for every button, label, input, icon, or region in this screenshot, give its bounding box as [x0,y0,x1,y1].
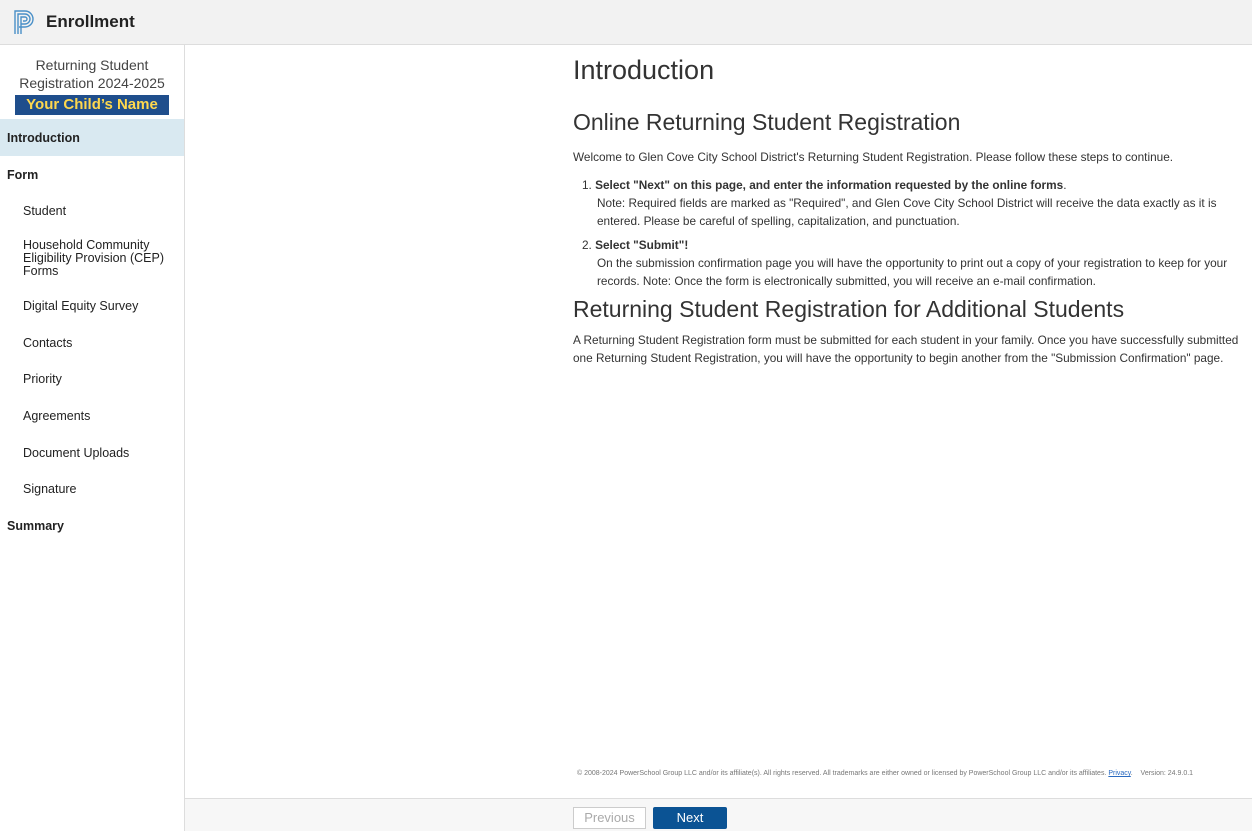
sidebar-item-label: Household Community Eligibility Provisio… [23,238,165,279]
version-text: Version: 24.9.0.1 [1140,770,1194,777]
step-2-number: 2. [582,238,592,252]
sidebar-nav: Introduction Form Student Household Comm… [0,119,184,545]
welcome-text: Welcome to Glen Cove City School Distric… [573,150,1174,164]
sidebar: Returning Student Registration 2024-2025… [0,45,185,831]
sidebar-item-label: Document Uploads [23,445,130,460]
registration-title-line1: Returning Student [35,57,149,73]
step-2-title: Select "Submit"! [595,238,689,252]
child-name-banner: Your Child’s Name [15,95,169,115]
app-title: Enrollment [46,12,135,31]
step-2: 2. Select "Submit"! On the submission co… [582,236,1248,290]
sidebar-item-label: Priority [23,372,62,387]
sidebar-item-priority[interactable]: Priority [0,361,184,398]
sidebar-item-summary[interactable]: Summary [0,508,184,545]
sidebar-item-signature[interactable]: Signature [0,471,184,508]
sidebar-item-label: Agreements [23,409,91,424]
sidebar-item-introduction[interactable]: Introduction [0,119,184,156]
copyright-text: © 2008-2024 PowerSchool Group LLC and/or… [577,770,1107,777]
step-1-number: 1. [582,178,592,192]
sidebar-item-student[interactable]: Student [0,193,184,230]
step-1-title: Select "Next" on this page, and enter th… [595,178,1064,192]
step-1-body: Note: Required fields are marked as "Req… [597,196,1217,228]
sidebar-item-cep-forms[interactable]: Household Community Eligibility Provisio… [0,230,184,288]
step-2-body: On the submission confirmation page you … [597,256,1228,288]
steps-list: 1. Select "Next" on this page, and enter… [573,176,1248,290]
main-content: Introduction Online Returning Student Re… [573,55,1248,367]
previous-button[interactable]: Previous [573,807,646,829]
registration-title: Returning Student Registration 2024-2025 [0,45,184,92]
registration-title-line2: Registration 2024-2025 [19,75,165,91]
step-1: 1. Select "Next" on this page, and enter… [582,176,1248,230]
sidebar-item-agreements[interactable]: Agreements [0,398,184,435]
sidebar-item-label: Introduction [7,130,80,145]
section-title-online-registration: Online Returning Student Registration [573,109,961,135]
bottom-nav-bar: Previous Next [185,798,1252,831]
sidebar-item-label: Summary [7,519,64,534]
section-title-additional-students: Returning Student Registration for Addit… [573,296,1125,322]
footer-copyright: © 2008-2024 PowerSchool Group LLC and/or… [577,770,1194,777]
sidebar-item-form[interactable]: Form [0,156,184,193]
sidebar-item-label: Contacts [23,335,73,350]
sidebar-item-digital-equity-survey[interactable]: Digital Equity Survey [0,288,184,325]
page-title: Introduction [573,55,715,85]
sidebar-item-label: Student [23,204,67,219]
powerschool-p-logo-icon [14,10,34,34]
additional-students-text: A Returning Student Registration form mu… [573,333,1239,365]
sidebar-item-label: Digital Equity Survey [23,299,139,314]
sidebar-item-document-uploads[interactable]: Document Uploads [0,434,184,471]
sidebar-item-label: Signature [23,482,77,497]
sidebar-item-label: Form [7,167,39,182]
privacy-link[interactable]: Privacy [1108,770,1130,777]
next-button[interactable]: Next [653,807,727,829]
sidebar-item-contacts[interactable]: Contacts [0,324,184,361]
app-header: Enrollment [0,0,1252,45]
